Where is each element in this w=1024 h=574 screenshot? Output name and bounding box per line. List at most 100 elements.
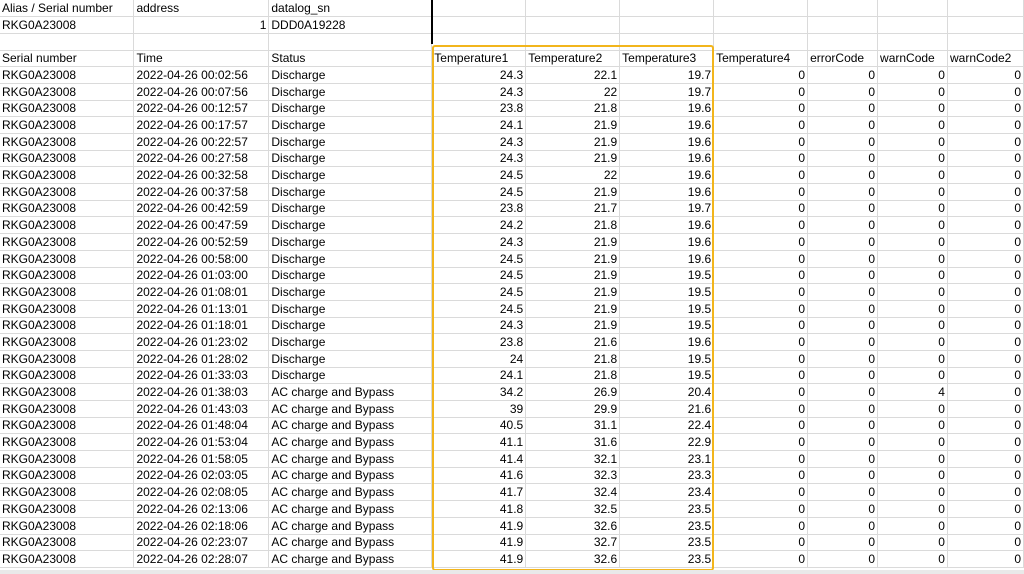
cell[interactable]: Temperature2 — [525, 50, 621, 68]
cell[interactable] — [807, 33, 879, 51]
cell[interactable]: 0 — [877, 166, 948, 185]
cell[interactable]: 2022-04-26 01:58:05 — [133, 450, 270, 468]
cell[interactable] — [525, 0, 621, 18]
cell[interactable]: 22.4 — [619, 417, 715, 435]
cell[interactable]: 0 — [877, 233, 948, 251]
cell[interactable]: AC charge and Bypass — [268, 500, 433, 518]
cell[interactable]: 0 — [947, 534, 1024, 552]
cell[interactable]: 0 — [807, 267, 879, 285]
cell[interactable]: 24.1 — [431, 367, 527, 385]
cell[interactable]: 21.6 — [525, 333, 621, 351]
cell[interactable]: 19.5 — [619, 317, 715, 335]
cell[interactable]: 2022-04-26 00:27:58 — [133, 150, 270, 168]
cell[interactable]: 21.9 — [525, 183, 621, 201]
cell[interactable]: 0 — [807, 350, 879, 368]
cell[interactable]: 2022-04-26 00:02:56 — [133, 66, 270, 84]
cell[interactable]: 2022-04-26 00:07:56 — [133, 83, 270, 101]
cell[interactable]: Discharge — [268, 367, 433, 385]
cell[interactable]: 2022-04-26 01:38:03 — [133, 383, 270, 401]
cell[interactable]: 0 — [877, 483, 948, 502]
cell[interactable]: 0 — [807, 250, 879, 268]
cell[interactable]: 0 — [877, 317, 948, 335]
cell[interactable]: 19.5 — [619, 367, 715, 385]
cell[interactable]: 0 — [807, 534, 879, 552]
cell[interactable]: RKG0A23008 — [0, 317, 135, 335]
cell[interactable]: 0 — [713, 517, 809, 535]
cell[interactable]: Discharge — [268, 250, 433, 268]
cell[interactable]: errorCode — [807, 50, 879, 68]
cell[interactable] — [877, 0, 948, 18]
cell[interactable]: 0 — [947, 233, 1024, 251]
cell[interactable]: 2022-04-26 01:03:00 — [133, 267, 270, 285]
cell[interactable]: 19.6 — [619, 333, 715, 351]
cell[interactable]: Discharge — [268, 66, 433, 84]
cell[interactable] — [431, 16, 527, 34]
cell[interactable]: 2022-04-26 01:53:04 — [133, 433, 270, 452]
cell[interactable]: RKG0A23008 — [0, 166, 135, 185]
cell[interactable]: 0 — [713, 500, 809, 518]
cell[interactable]: 41.9 — [431, 534, 527, 552]
cell[interactable]: 24.3 — [431, 133, 527, 151]
cell[interactable]: 0 — [947, 66, 1024, 84]
cell[interactable]: RKG0A23008 — [0, 183, 135, 201]
cell[interactable]: 2022-04-26 00:58:00 — [133, 250, 270, 268]
cell[interactable]: 0 — [713, 534, 809, 552]
cell[interactable]: 0 — [713, 133, 809, 151]
cell[interactable]: 0 — [877, 267, 948, 285]
cell[interactable]: Discharge — [268, 333, 433, 351]
cell[interactable]: 0 — [807, 383, 879, 401]
cell[interactable]: 2022-04-26 01:48:04 — [133, 417, 270, 435]
cell[interactable]: 41.4 — [431, 450, 527, 468]
cell[interactable]: 19.6 — [619, 250, 715, 268]
cell[interactable]: 0 — [713, 350, 809, 368]
cell[interactable]: 0 — [713, 333, 809, 351]
cell[interactable]: 22 — [525, 83, 621, 101]
cell[interactable]: 0 — [947, 317, 1024, 335]
cell[interactable]: 0 — [947, 100, 1024, 118]
cell[interactable]: Alias / Serial number — [0, 0, 135, 18]
cell[interactable]: 0 — [947, 333, 1024, 351]
cell[interactable]: 0 — [947, 183, 1024, 201]
cell[interactable]: 32.6 — [525, 517, 621, 535]
cell[interactable]: 0 — [713, 116, 809, 134]
cell[interactable]: 19.6 — [619, 183, 715, 201]
cell[interactable]: 19.6 — [619, 150, 715, 168]
cell[interactable]: 0 — [947, 200, 1024, 218]
cell[interactable]: 0 — [947, 166, 1024, 185]
cell[interactable]: 0 — [713, 483, 809, 502]
cell[interactable]: 22 — [525, 166, 621, 185]
cell[interactable]: 2022-04-26 00:37:58 — [133, 183, 270, 201]
cell[interactable]: 0 — [713, 283, 809, 301]
cell[interactable] — [947, 16, 1024, 34]
cell[interactable]: RKG0A23008 — [0, 534, 135, 552]
cell[interactable]: 0 — [947, 83, 1024, 101]
cell[interactable]: 0 — [713, 450, 809, 468]
cell[interactable]: 0 — [947, 400, 1024, 418]
cell[interactable]: AC charge and Bypass — [268, 534, 433, 552]
cell[interactable]: 21.9 — [525, 116, 621, 134]
spreadsheet-grid[interactable]: Alias / Serial number address datalog_sn RK… — [0, 0, 1024, 568]
cell[interactable]: 2022-04-26 00:47:59 — [133, 216, 270, 235]
cell[interactable]: 0 — [877, 216, 948, 235]
cell[interactable]: 24.5 — [431, 267, 527, 285]
cell[interactable]: 0 — [807, 150, 879, 168]
cell[interactable]: 0 — [877, 467, 948, 485]
cell[interactable]: 32.6 — [525, 550, 621, 568]
cell[interactable] — [877, 33, 948, 51]
cell[interactable]: 0 — [713, 216, 809, 235]
cell[interactable]: 0 — [713, 233, 809, 251]
cell[interactable]: 32.4 — [525, 483, 621, 502]
cell[interactable]: Discharge — [268, 100, 433, 118]
cell[interactable]: 0 — [713, 317, 809, 335]
cell[interactable]: 0 — [947, 367, 1024, 385]
cell[interactable]: Discharge — [268, 150, 433, 168]
cell[interactable]: 0 — [877, 367, 948, 385]
cell[interactable]: 2022-04-26 00:22:57 — [133, 133, 270, 151]
cell[interactable]: 0 — [947, 133, 1024, 151]
cell[interactable]: 21.8 — [525, 216, 621, 235]
cell[interactable]: 0 — [807, 483, 879, 502]
cell[interactable]: 0 — [807, 300, 879, 318]
cell[interactable]: 0 — [947, 500, 1024, 518]
cell[interactable]: AC charge and Bypass — [268, 450, 433, 468]
cell[interactable]: 21.9 — [525, 300, 621, 318]
